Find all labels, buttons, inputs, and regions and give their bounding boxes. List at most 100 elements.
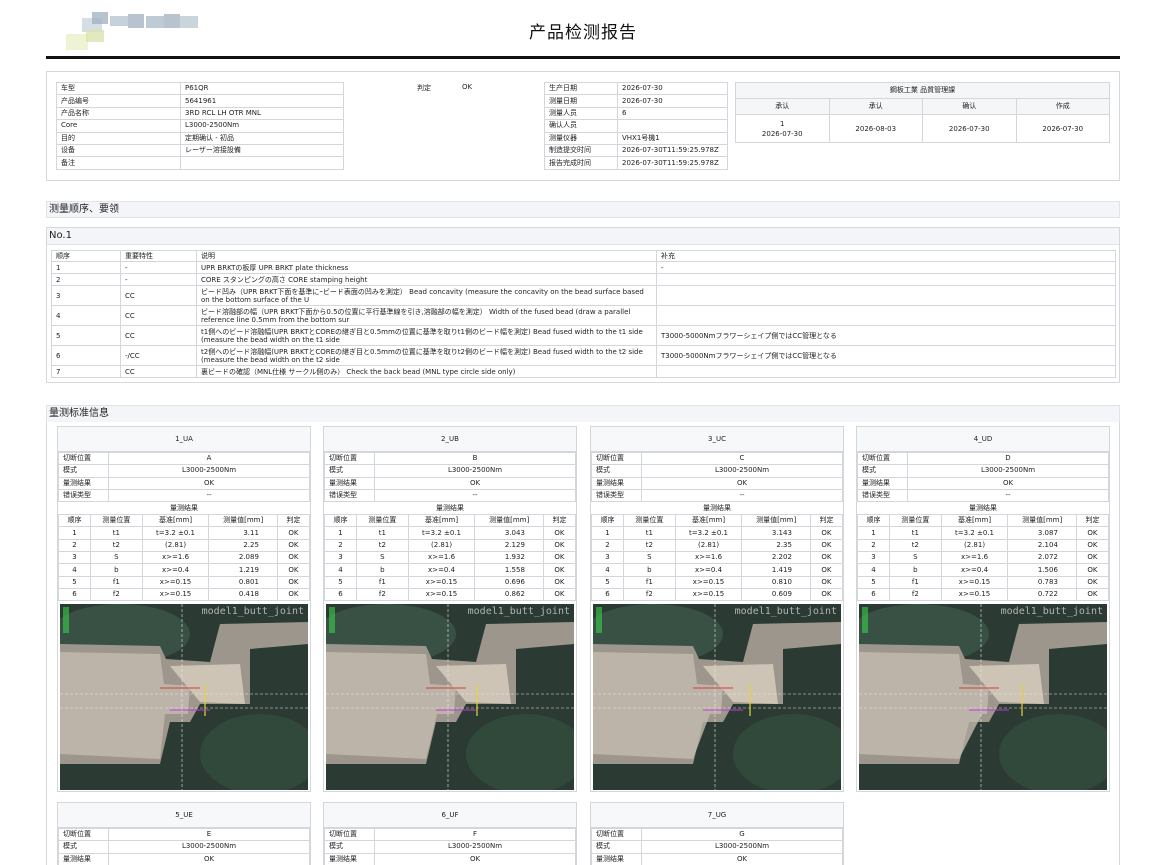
info-key: 产品名称 xyxy=(56,106,181,121)
info-key: 制造提交时间 xyxy=(544,143,618,158)
result-value: 3.11 xyxy=(208,526,278,540)
card-title: 3_UC xyxy=(591,427,843,452)
procedure-description: ビード凹み（UPR BRKT下面を基準にｰビード表面の凹みを測定） Bead c… xyxy=(196,285,657,306)
results-row: 4 b x>=0.4 1.558 OK xyxy=(323,563,577,577)
info-value: 5641961 xyxy=(180,94,344,108)
procedure-characteristic: -/CC xyxy=(120,345,197,366)
result-standard: (2.81) xyxy=(407,538,476,553)
procedure-description: t2側へのビード溶融幅(UPR BRKTとCOREの継ぎ目と0.5mmの位置に基… xyxy=(196,345,657,366)
model-value: L3000-2500Nm xyxy=(374,464,576,478)
result-position: f1 xyxy=(90,575,143,589)
cross-section-photo: model1_butt_joint xyxy=(60,604,308,791)
result-seq: 3 xyxy=(57,551,92,565)
model-label: 模式 xyxy=(324,840,375,854)
result-judgement: OK xyxy=(276,551,311,565)
results-row: 2 t2 (2.81) 2.104 OK xyxy=(856,538,1110,553)
approval-cell: 2026-08-03 xyxy=(828,114,923,143)
procedure-description: CORE スタンピングの高さ CORE stamping height xyxy=(196,273,657,286)
info-row: 测量人员 6 xyxy=(544,106,728,121)
section-title-standard: 量测标准信息 xyxy=(46,405,1120,423)
results-row: 3 Sx>=1.6 2.072 OK xyxy=(856,551,1110,565)
result-judgement: OK xyxy=(809,538,844,553)
result-judgement: OK xyxy=(542,563,577,577)
approval-step: 1 xyxy=(780,119,785,128)
card-info-row: 切断位置 E xyxy=(58,827,310,842)
cut-position-value: B xyxy=(374,451,576,466)
error-type-value: -- xyxy=(108,488,310,503)
procedure-col-header: 补充 xyxy=(656,250,1116,262)
result-standard: x>=0.15 xyxy=(674,575,743,589)
approval-cell: 2026-07-30 xyxy=(1015,114,1110,143)
cut-position-value: F xyxy=(374,827,576,842)
result-standard: x>=0.15 xyxy=(141,587,210,602)
result-seq: 1 xyxy=(57,526,92,540)
results-col-header: 判定 xyxy=(542,514,577,528)
result-judgement: OK xyxy=(809,575,844,589)
results-row: 6 f2 x>=0.15 0.862 OK xyxy=(323,587,577,602)
cut-position-value: A xyxy=(108,451,310,466)
info-panel: 车型 P61QR 产品编号 5641961 产品名称 3RD RCL LH OTR MNL… xyxy=(46,71,1120,181)
info-key: 备注 xyxy=(56,156,181,170)
result-value: 0.783 xyxy=(1007,575,1077,589)
approval-date: 2026-08-03 xyxy=(855,124,897,133)
model-label: 模式 xyxy=(591,840,642,854)
card-info-table: 切断位置 D 模式 L3000-2500Nm 量测结果 OK 错误类型 -- xyxy=(857,451,1109,503)
procedure-row: 2- CORE スタンピングの高さ CORE stamping height xyxy=(51,273,1116,286)
results-col-header: 测量值[mm] xyxy=(474,514,544,528)
procedure-no: No.1 xyxy=(47,228,1119,245)
result-judgement: OK xyxy=(276,587,311,602)
result-judgement: OK xyxy=(1075,538,1110,553)
model-label: 模式 xyxy=(58,464,109,478)
result-standard: t=3.2 ±0.1 xyxy=(674,526,743,540)
error-type-value: -- xyxy=(641,488,843,503)
card-info-row: 模式 L3000-2500Nm xyxy=(324,464,576,478)
cross-section-photo: model1_butt_joint xyxy=(326,604,574,791)
info-value: 2026-07-30T11:59:25.978Z xyxy=(617,143,728,158)
result-standard: x>=1.6 xyxy=(674,551,743,565)
results-row: 5 f1 x>=0.15 0.696 OK xyxy=(323,575,577,589)
result-seq: 2 xyxy=(57,538,92,553)
result-position: f2 xyxy=(889,587,942,602)
approval-col-header: 作成 xyxy=(1015,98,1110,115)
cross-section-photo: model1_butt_joint xyxy=(859,604,1107,791)
result-label: 量测结果 xyxy=(591,476,642,490)
results-col-header: 基准[mm] xyxy=(141,514,210,528)
card-info-row: 量测结果 OK xyxy=(324,476,576,490)
result-seq: 1 xyxy=(856,526,891,540)
info-value: 定期确认 - 初品 xyxy=(180,131,344,145)
result-seq: 6 xyxy=(856,587,891,602)
procedure-note xyxy=(656,285,1116,306)
cut-position-label: 切断位置 xyxy=(324,827,375,842)
result-seq: 1 xyxy=(590,526,625,540)
result-standard: x>=0.4 xyxy=(407,563,476,577)
result-value: OK xyxy=(108,476,310,490)
result-seq: 4 xyxy=(323,563,358,577)
result-value: 3.043 xyxy=(474,526,544,540)
result-judgement: OK xyxy=(1075,587,1110,602)
result-position: b xyxy=(356,563,409,577)
card-info-row: 量测结果 OK xyxy=(591,852,843,865)
result-seq: 2 xyxy=(323,538,358,553)
result-seq: 5 xyxy=(57,575,92,589)
procedure-seq: 2 xyxy=(51,273,121,286)
result-value: OK xyxy=(641,476,843,490)
info-row: 产品名称 3RD RCL LH OTR MNL xyxy=(56,106,344,121)
results-table: 顺序 测量位置 基准[mm] 测量值[mm] 判定 1 t1 t=3.2 ±0.1 3.043 O… xyxy=(323,514,577,602)
procedure-row: 1- UPR BRKTの板厚 UPR BRKT plate thickness - xyxy=(51,261,1116,274)
results-col-header: 测量值[mm] xyxy=(208,514,278,528)
info-row: 测量仪器 VHX1号機1 xyxy=(544,131,728,145)
cut-position-label: 切断位置 xyxy=(591,451,642,466)
info-row: 产品编号 5641961 xyxy=(56,94,344,108)
procedure-row: 6 -/CC t2側へのビード溶融幅(UPR BRKTとCOREの継ぎ目と0.5mm… xyxy=(51,345,1116,366)
procedure-note: T3000-5000Nmフラワーシェイプ側ではCC管理となる xyxy=(656,345,1116,366)
result-label: 量测结果 xyxy=(857,476,908,490)
results-row: 1 t1 t=3.2 ±0.1 3.087 OK xyxy=(856,526,1110,540)
cut-position-label: 切断位置 xyxy=(324,451,375,466)
result-seq: 1 xyxy=(323,526,358,540)
procedure-characteristic: CC xyxy=(120,305,197,326)
result-value: 3.087 xyxy=(1007,526,1077,540)
result-value: OK xyxy=(374,852,576,865)
result-standard: x>=1.6 xyxy=(141,551,210,565)
result-value: 2.104 xyxy=(1007,538,1077,553)
results-table: 顺序 测量位置 基准[mm] 测量值[mm] 判定 1 t1 t=3.2 ±0.1 3.087 O… xyxy=(856,514,1110,602)
